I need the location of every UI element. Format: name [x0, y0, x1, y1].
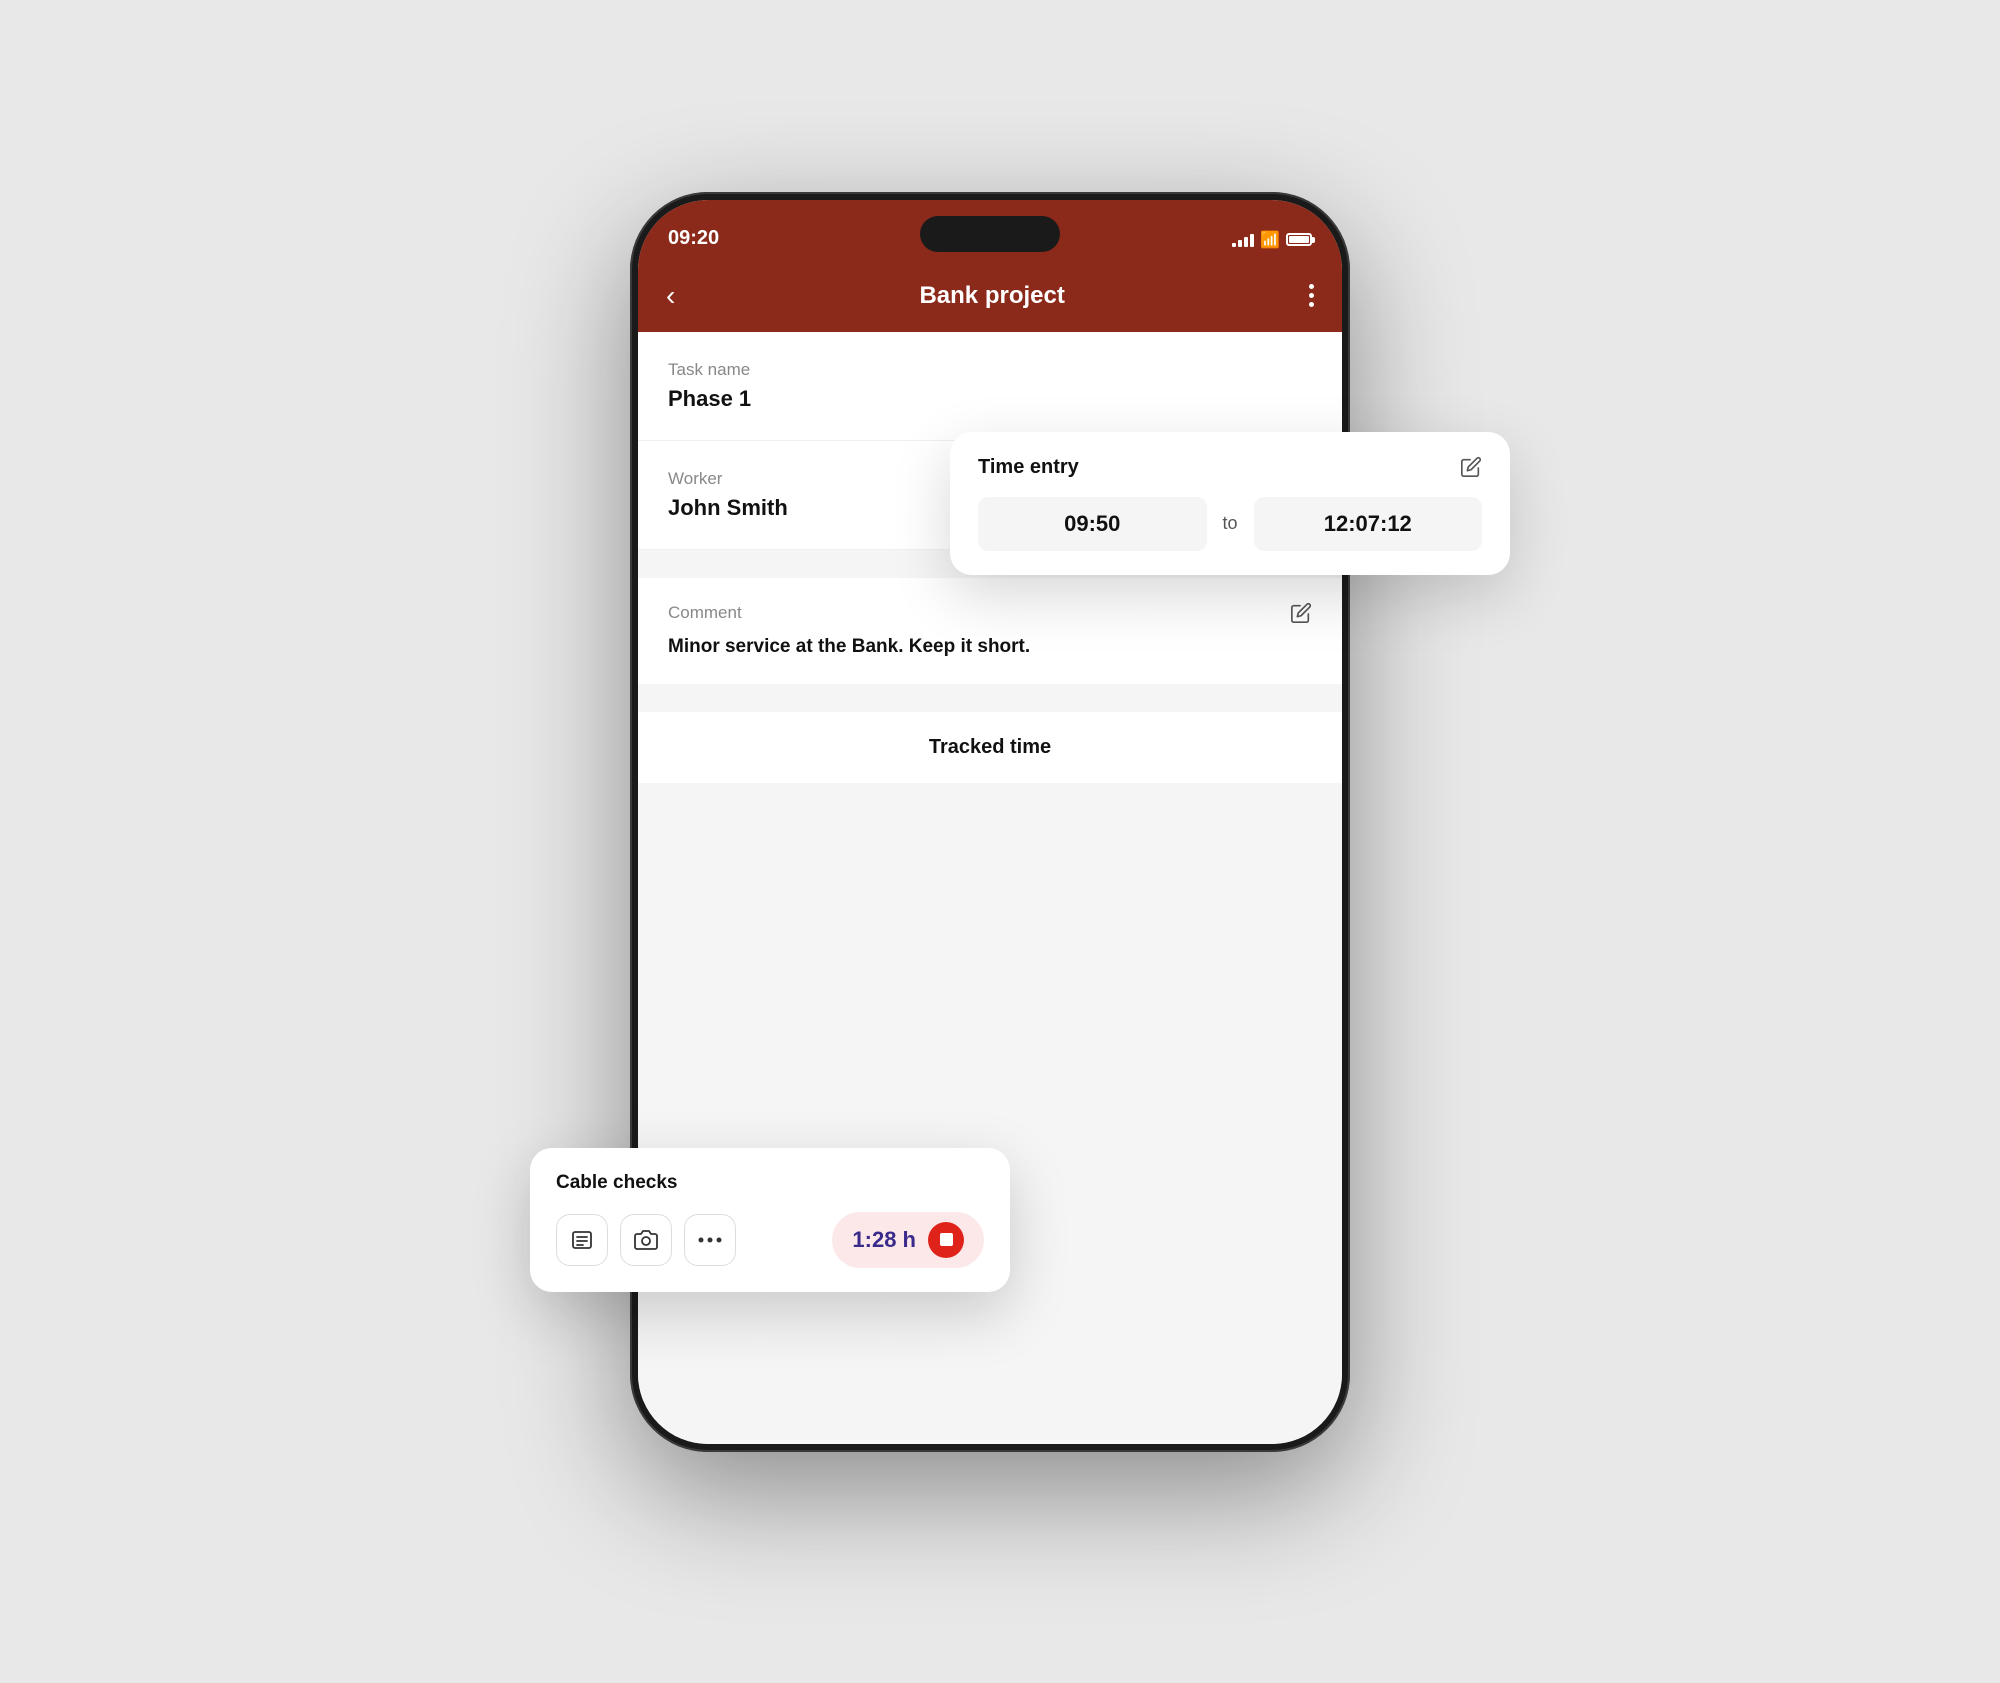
- battery-icon: [1286, 233, 1312, 246]
- dynamic-island: [920, 216, 1060, 252]
- comment-label: Comment: [668, 603, 742, 623]
- cable-checks-title: Cable checks: [556, 1172, 984, 1194]
- nav-title: Bank project: [919, 282, 1064, 310]
- spacer2: [638, 684, 1342, 700]
- nav-bar: ‹ Bank project: [638, 260, 1342, 332]
- card-actions: 1:28 h: [556, 1212, 984, 1268]
- end-time: 12:07:12: [1254, 497, 1483, 551]
- time-separator: to: [1223, 513, 1238, 534]
- list-icon: [570, 1228, 594, 1252]
- time-entry-card: Time entry 09:50 to 12:07:12: [950, 432, 1510, 575]
- cable-checks-card: Cable checks: [530, 1148, 1010, 1292]
- stop-button[interactable]: [928, 1222, 964, 1258]
- more-icon: [698, 1236, 722, 1244]
- timer-display: 1:28 h: [832, 1212, 984, 1268]
- comment-text: Minor service at the Bank. Keep it short…: [668, 634, 1312, 661]
- wifi-icon: 📶: [1260, 230, 1280, 250]
- stop-icon: [940, 1233, 953, 1246]
- time-entry-title: Time entry: [978, 456, 1079, 479]
- time-entry-edit-icon[interactable]: [1460, 456, 1482, 478]
- timer-text: 1:28 h: [852, 1227, 916, 1253]
- back-button[interactable]: ‹: [666, 280, 675, 312]
- comment-section: Comment Minor service at the Bank. Keep …: [638, 578, 1342, 685]
- scene: 09:20 📶 ‹ Bank project: [550, 192, 1450, 1492]
- status-time: 09:20: [668, 227, 719, 252]
- tracked-title: Tracked time: [668, 736, 1312, 759]
- start-time: 09:50: [978, 497, 1207, 551]
- comment-edit-icon[interactable]: [1290, 602, 1312, 624]
- status-icons: 📶: [1232, 230, 1312, 252]
- time-entry-header: Time entry: [978, 456, 1482, 479]
- tracked-section: Tracked time: [638, 712, 1342, 783]
- signal-icon: [1232, 233, 1254, 247]
- more-button[interactable]: [1309, 284, 1314, 307]
- more-button[interactable]: [684, 1214, 736, 1266]
- task-label: Task name: [668, 360, 1312, 380]
- camera-button[interactable]: [620, 1214, 672, 1266]
- task-section: Task name Phase 1: [638, 332, 1342, 441]
- list-button[interactable]: [556, 1214, 608, 1266]
- camera-icon: [634, 1228, 658, 1252]
- comment-header: Comment: [668, 602, 1312, 624]
- time-row: 09:50 to 12:07:12: [978, 497, 1482, 551]
- task-value: Phase 1: [668, 386, 1312, 412]
